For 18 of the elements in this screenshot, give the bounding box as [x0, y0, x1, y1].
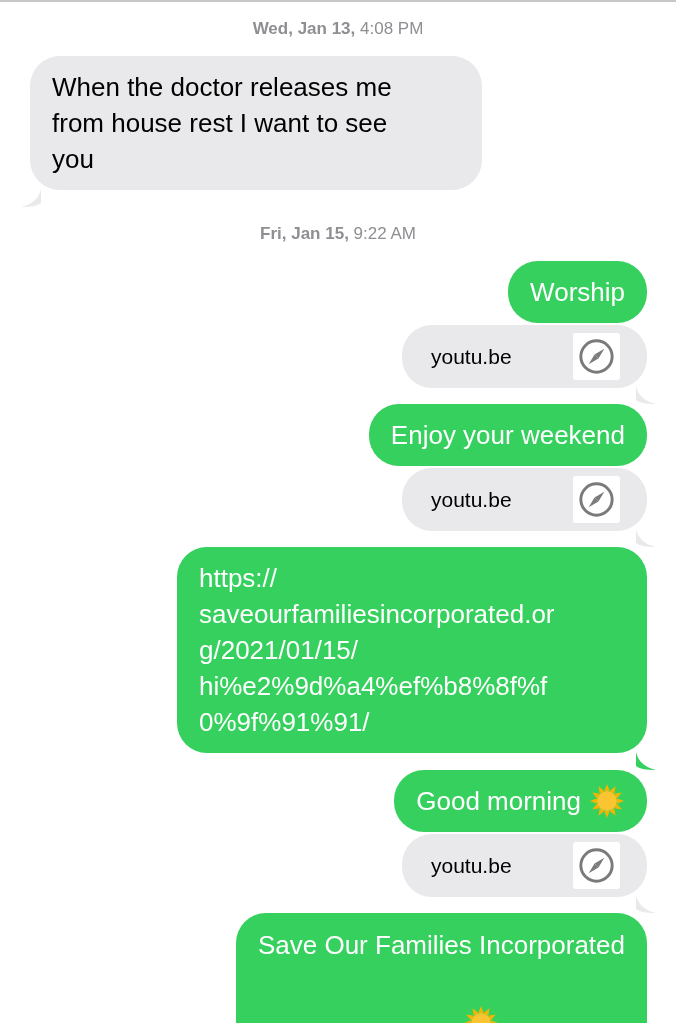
message-bubble: https:// saveourfamiliesincorporated.or g/2021/01/15/ hi%e2%9d%a4%ef%b8%8f%f 0%9f%91%91/ [177, 547, 647, 753]
timestamp: Wed, Jan 13, 4:08 PM [251, 19, 425, 39]
compass-icon [573, 333, 620, 380]
message-text: Save Our Families Incorporated [257, 929, 625, 962]
compass-icon [573, 476, 620, 523]
link-preview[interactable]: youtu.be [402, 834, 647, 897]
message-bubble: Enjoy your weekend [368, 404, 647, 466]
link-domain: youtu.be [431, 486, 512, 513]
link-domain: youtu.be [431, 852, 512, 879]
message-bubble: Worship [508, 261, 647, 323]
message-bubble: When the doctor releases me from house rest I want to see you [30, 56, 482, 190]
message-text: Good morning [416, 785, 581, 818]
link-preview[interactable]: youtu.be [402, 325, 647, 388]
sun-icon [589, 783, 625, 819]
link-domain: youtu.be [431, 343, 512, 370]
compass-icon [573, 842, 620, 889]
timestamp: Fri, Jan 15, 9:22 AM [259, 224, 417, 244]
link-preview[interactable]: youtu.be [402, 468, 647, 531]
